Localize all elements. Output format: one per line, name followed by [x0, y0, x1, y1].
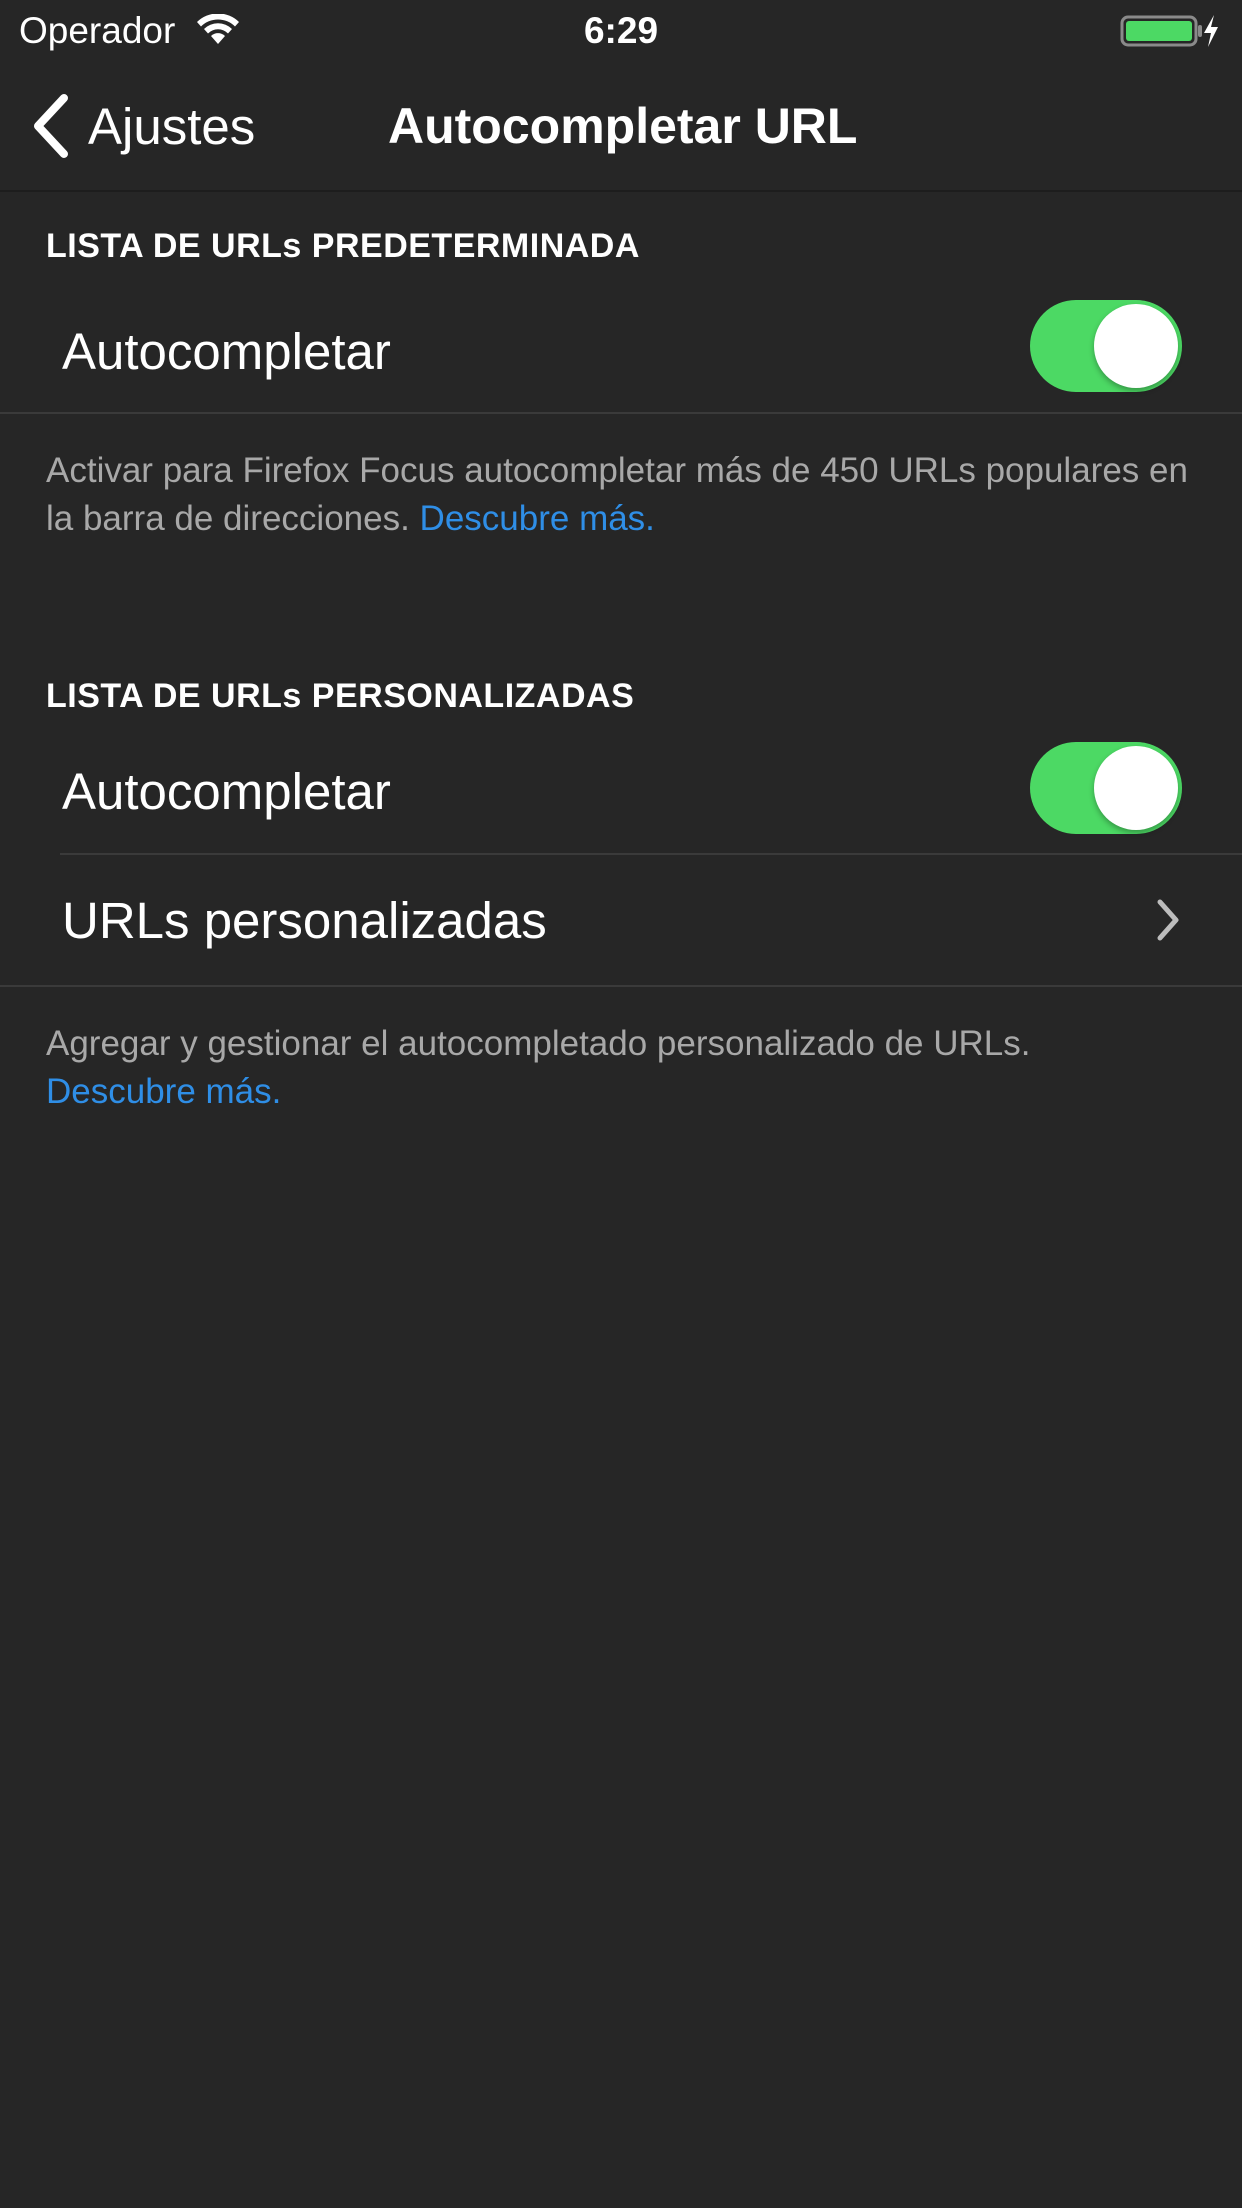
row-default-autocomplete: Autocompletar — [0, 290, 1242, 414]
custom-autocomplete-toggle[interactable] — [1030, 742, 1182, 834]
back-button-label: Ajustes — [88, 97, 256, 155]
toggle-knob — [1094, 746, 1178, 830]
chevron-right-icon — [1157, 899, 1179, 941]
row-custom-autocomplete: Autocompletar — [0, 732, 1242, 854]
chevron-left-icon — [34, 94, 68, 158]
back-button[interactable]: Ajustes — [30, 92, 255, 160]
clock: 6:29 — [583, 10, 659, 51]
toggle-knob — [1094, 304, 1178, 388]
status-bar: Operador 6:29 — [0, 0, 1242, 62]
row-custom-urls[interactable]: URLs personalizadas — [0, 855, 1242, 985]
section-footer-custom-list: Agregar y gestionar el autocompletado pe… — [46, 1020, 1196, 1116]
navigation-bar: Ajustes Autocompletar URL — [0, 62, 1242, 192]
divider — [0, 985, 1242, 987]
footer-text: Agregar y gestionar el autocompletado pe… — [46, 1024, 1031, 1063]
section-footer-default-list: Activar para Firefox Focus autocompletar… — [46, 447, 1196, 543]
row-label: Autocompletar — [62, 763, 391, 820]
battery-charging-icon — [1120, 15, 1218, 47]
learn-more-link[interactable]: Descubre más. — [420, 499, 655, 538]
section-header-default-list: LISTA DE URLs PREDETERMINADA — [46, 227, 640, 265]
section-header-custom-list: LISTA DE URLs PERSONALIZADAS — [46, 677, 635, 715]
learn-more-link[interactable]: Descubre más. — [46, 1072, 281, 1111]
page-title: Autocompletar URL — [388, 98, 858, 154]
divider — [0, 412, 1242, 414]
row-label: Autocompletar — [62, 323, 391, 380]
default-autocomplete-toggle[interactable] — [1030, 300, 1182, 392]
row-label: URLs personalizadas — [62, 892, 547, 949]
